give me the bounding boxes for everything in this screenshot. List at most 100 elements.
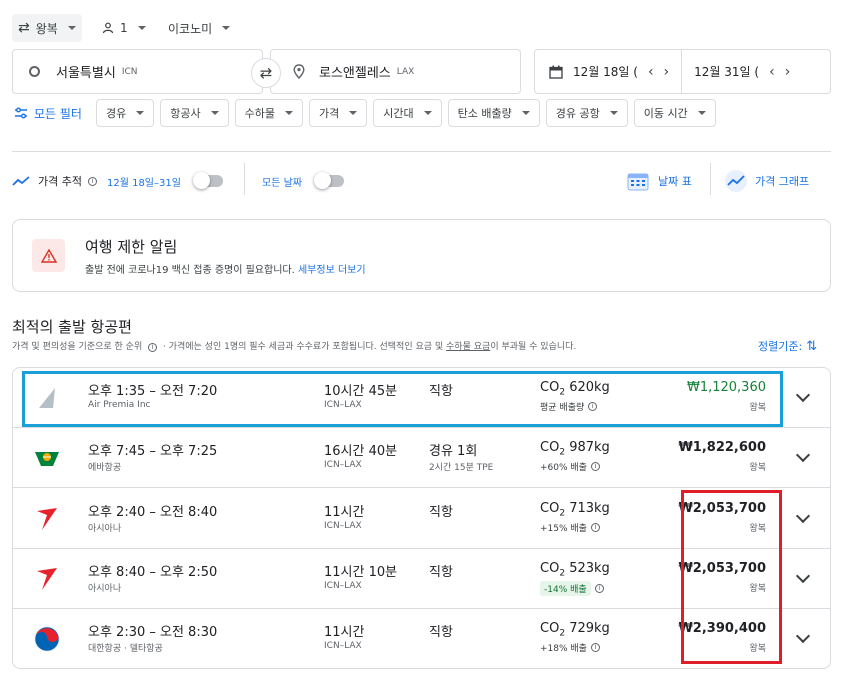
layover-detail: 2시간 15분 TPE	[429, 463, 494, 473]
flight-times: 오후 8:40 – 오후 2:50	[88, 565, 218, 580]
sort-icon: ⇅	[806, 338, 818, 354]
emissions-text: +15% 배출	[540, 524, 587, 534]
chip-label: 수하물	[244, 107, 275, 120]
sort-button[interactable]: 정렬기준: ⇅	[758, 338, 817, 354]
chip-label: 탄소 배출량	[457, 107, 512, 120]
filter-price[interactable]: 가격	[308, 99, 368, 127]
flight-duration: 11시간	[324, 625, 365, 640]
chip-label: 시간대	[383, 107, 414, 120]
expand-chevron-icon[interactable]	[795, 568, 811, 584]
date-grid-label: 날짜 표	[658, 175, 692, 188]
chevron-down-icon	[137, 26, 146, 30]
chip-label: 경유 공항	[555, 107, 600, 120]
alert-more-link[interactable]: 세부정보 더보기	[298, 265, 366, 276]
co2-amount: 713kg	[569, 501, 610, 516]
destination-city: 로스앤젤레스	[319, 66, 391, 81]
korean-air-logo-icon	[34, 626, 60, 652]
destination-input[interactable]: 로스앤젤레스 LAX	[270, 49, 521, 94]
airline-logo	[33, 444, 61, 472]
filter-emissions[interactable]: 탄소 배출량	[447, 99, 540, 127]
date-grid-button[interactable]: 날짜 표	[627, 166, 692, 196]
swap-button[interactable]: ⇄	[251, 58, 281, 88]
tune-icon	[15, 107, 27, 119]
alert-text: 출발 전에 코로나19 백신 접종 증명이 필요합니다.	[85, 265, 295, 276]
expand-chevron-icon[interactable]	[795, 447, 811, 463]
chevron-right-icon[interactable]: ›	[785, 64, 791, 80]
airline-name: 아시아나	[88, 584, 122, 594]
price-graph-button[interactable]: 가격 그래프	[724, 166, 809, 196]
chip-label: 가격	[318, 107, 340, 120]
any-dates-label: 모든 날짜	[262, 177, 302, 189]
flight-route: ICN–LAX	[324, 521, 362, 531]
airline-name: 대한항공 · 델타항공	[88, 644, 163, 654]
travel-restriction-alert: 여행 제한 알림 출발 전에 코로나19 백신 접종 증명이 필요합니다. 세부…	[12, 219, 831, 292]
emissions-note: -14% 배출 i	[540, 581, 604, 596]
divider	[12, 151, 831, 152]
chevron-down-icon	[521, 111, 530, 115]
origin-input[interactable]: 서울특별시 ICN	[12, 49, 263, 94]
airline-logo	[33, 565, 61, 593]
flight-stops: 경유 1회	[429, 444, 478, 459]
depart-date[interactable]: 12월 18일 (	[573, 63, 638, 80]
tracking-dates: 12월 18일–31일	[106, 177, 181, 189]
return-date[interactable]: 12월 31일 (	[694, 63, 759, 80]
flight-route: ICN–LAX	[324, 641, 362, 651]
filter-connecting-airports[interactable]: 경유 공항	[545, 99, 628, 127]
info-icon[interactable]: i	[594, 584, 604, 593]
trending-icon	[12, 176, 30, 186]
track-dates-toggle[interactable]	[192, 172, 223, 189]
destination-code: LAX	[396, 66, 415, 77]
emissions-text: +18% 배출	[540, 644, 587, 654]
swap-arrows-icon: ⇄	[18, 20, 30, 36]
price-note: · 가격에는 성인 1명의 필수 세금과 수수료가 포함됩니다. 선택적인 요금…	[162, 342, 444, 352]
chip-label: 항공사	[170, 107, 201, 120]
flight-duration: 16시간 40분	[324, 444, 398, 459]
alert-body: 출발 전에 코로나19 백신 접종 증명이 필요합니다. 세부정보 더보기	[85, 261, 366, 276]
filter-bags[interactable]: 수하물	[234, 99, 303, 127]
info-icon[interactable]: i	[590, 643, 600, 652]
emissions-note: +60% 배출 i	[540, 460, 600, 473]
origin-city: 서울특별시	[56, 66, 116, 81]
date-grid-icon	[627, 173, 649, 191]
info-icon[interactable]: i	[590, 462, 600, 471]
flight-times: 오후 2:30 – 오전 8:30	[88, 625, 218, 640]
expand-chevron-icon[interactable]	[795, 387, 811, 403]
asiana-logo-icon	[37, 568, 57, 590]
ranking-text: 가격 및 편의성을 기준으로 한 순위	[12, 342, 143, 352]
chevron-right-icon[interactable]: ›	[664, 64, 670, 80]
date-range-input[interactable]: 12월 18일 ( ‹ › 12월 31일 ( ‹ ›	[534, 49, 831, 94]
expand-chevron-icon[interactable]	[795, 628, 811, 644]
flight-times: 오후 7:45 – 오후 7:25	[88, 444, 218, 459]
filter-times[interactable]: 시간대	[373, 99, 442, 127]
info-icon[interactable]: i	[590, 523, 600, 532]
passenger-count: 1	[120, 21, 128, 35]
expand-chevron-icon[interactable]	[795, 508, 811, 524]
chevron-left-icon[interactable]: ‹	[769, 64, 775, 80]
chevron-left-icon[interactable]: ‹	[648, 64, 654, 80]
chevron-down-icon	[210, 111, 219, 115]
asiana-logo-icon	[37, 508, 57, 530]
price-graph-icon	[725, 170, 747, 192]
passenger-select[interactable]: 1	[96, 14, 152, 42]
bag-fees-link[interactable]: 수하물 요금	[446, 342, 490, 352]
flight-price: ₩1,822,600	[678, 440, 766, 455]
filter-duration[interactable]: 이동 시간	[633, 99, 716, 127]
filter-airlines[interactable]: 항공사	[160, 99, 229, 127]
info-icon[interactable]: i	[148, 343, 158, 352]
flight-row[interactable]: 오후 7:45 – 오후 7:25 에바항공 16시간 40분 ICN–LAX …	[13, 428, 830, 488]
chevron-down-icon	[609, 111, 618, 115]
eva-air-logo-icon	[35, 452, 59, 466]
chevron-down-icon	[349, 111, 358, 115]
flight-duration: 11시간	[324, 505, 365, 520]
any-dates-toggle[interactable]	[313, 172, 344, 189]
flight-stops: 직항	[429, 625, 453, 640]
all-filters-button[interactable]: 모든 필터	[14, 105, 82, 122]
filter-stops[interactable]: 경유	[95, 99, 155, 127]
tracking-divider	[244, 163, 245, 195]
filter-bar: 모든 필터 경유 항공사 수하물 가격 시간대 탄소 배출량 경유 공항 이동 …	[14, 99, 716, 127]
emissions-note: +15% 배출 i	[540, 521, 600, 534]
price-note-end: 이 부과될 수 있습니다.	[490, 342, 577, 352]
info-icon[interactable]: i	[87, 176, 97, 186]
cabin-select[interactable]: 이코노미	[162, 14, 236, 42]
trip-type-select[interactable]: ⇄ 왕복	[12, 14, 82, 42]
